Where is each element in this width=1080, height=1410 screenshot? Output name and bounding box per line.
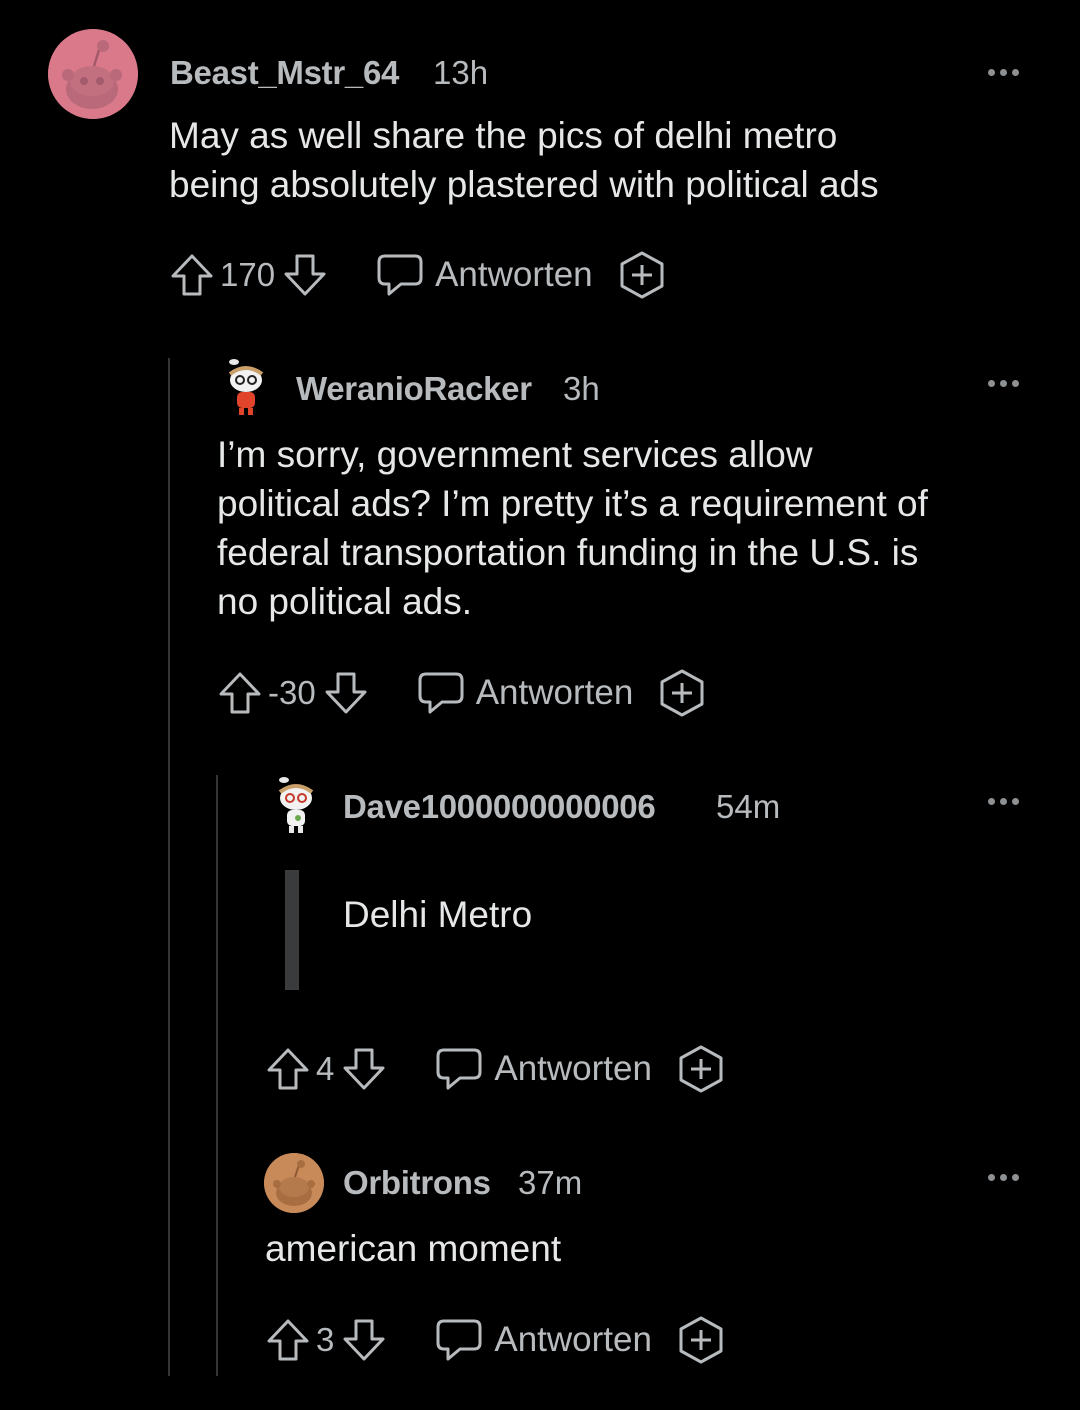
downvote-icon[interactable]	[322, 669, 370, 717]
comment-bubble-icon	[418, 672, 464, 714]
comment-author[interactable]: Orbitrons	[343, 1164, 491, 1202]
reply-label: Antworten	[475, 673, 634, 712]
comment-body-line: no political ads.	[217, 581, 473, 622]
downvote-icon[interactable]	[340, 1316, 388, 1364]
reply-button[interactable]: Antworten	[434, 1046, 652, 1092]
comment-author[interactable]: WeranioRacker	[296, 370, 532, 408]
comment-actions: 170 Antworten	[168, 250, 667, 300]
avatar[interactable]	[270, 774, 322, 836]
blockquote-bar	[285, 870, 299, 990]
reply-label: Antworten	[494, 1049, 652, 1088]
vote-score: -30	[268, 674, 316, 711]
comment-body-line: federal transportation funding in the U.…	[217, 532, 919, 573]
comment-timestamp: 54m	[716, 788, 781, 825]
comment-body-line: political ads? I’m pretty it’s a require…	[217, 483, 928, 524]
comment-timestamp: 3h	[563, 370, 600, 407]
more-options-icon[interactable]	[988, 1171, 1028, 1183]
avatar[interactable]	[48, 29, 138, 119]
award-button[interactable]	[633, 668, 707, 718]
comment-actions: -30 Antworten	[216, 668, 707, 718]
comment-body-line: I’m sorry, government services allow	[217, 434, 813, 475]
comment-body-line: being absolutely plastered with politica…	[169, 164, 879, 205]
snoo-avatar-icon	[264, 1153, 324, 1213]
avatar[interactable]	[264, 1153, 324, 1213]
award-button[interactable]	[652, 1315, 726, 1365]
downvote-icon[interactable]	[340, 1045, 388, 1093]
snoo-avatar-icon	[228, 359, 264, 415]
thread-line-level-2[interactable]	[216, 775, 218, 1376]
upvote-icon[interactable]	[216, 669, 264, 717]
vote-score: 3	[316, 1321, 335, 1358]
award-plus-icon	[620, 251, 664, 299]
comment-bubble-icon	[436, 1319, 482, 1361]
upvote-icon[interactable]	[264, 1045, 312, 1093]
upvote-icon[interactable]	[168, 251, 216, 299]
more-options-icon[interactable]	[988, 377, 1028, 389]
avatar[interactable]	[220, 356, 272, 418]
award-button[interactable]	[652, 1044, 726, 1094]
more-options-icon[interactable]	[988, 795, 1028, 807]
comment-body-line: american moment	[265, 1228, 562, 1269]
award-plus-icon	[660, 669, 704, 717]
comment-body: May as well share the pics of delhi metr…	[169, 111, 1049, 209]
upvote-icon[interactable]	[264, 1316, 312, 1364]
comment-bubble-icon	[436, 1048, 482, 1090]
reply-button[interactable]: Antworten	[375, 252, 593, 298]
comment-actions: 4 Antworten	[264, 1044, 726, 1094]
more-options-icon[interactable]	[988, 66, 1028, 78]
vote-score: 170	[220, 256, 276, 293]
vote-score: 4	[316, 1050, 335, 1087]
comment-actions: 3 Antworten	[264, 1315, 726, 1365]
thread-line-level-1[interactable]	[168, 358, 170, 1376]
snoo-avatar-icon	[278, 777, 314, 833]
comment-author[interactable]: Dave1000000000006	[343, 788, 656, 826]
award-plus-icon	[679, 1316, 723, 1364]
comment-body: american moment	[265, 1224, 1045, 1273]
award-plus-icon	[679, 1045, 723, 1093]
comment-timestamp: 13h	[433, 54, 489, 91]
reply-label: Antworten	[435, 255, 593, 294]
comment-timestamp: 37m	[518, 1164, 583, 1201]
comment-author[interactable]: Beast_Mstr_64	[170, 54, 399, 92]
comment-body: I’m sorry, government services allow pol…	[217, 430, 1057, 626]
reply-button[interactable]: Antworten	[434, 1317, 652, 1363]
reply-button[interactable]: Antworten	[416, 670, 634, 716]
reply-label: Antworten	[494, 1320, 652, 1359]
comment-bubble-icon	[377, 254, 423, 296]
blockquote-text: Delhi Metro	[343, 894, 533, 935]
downvote-icon[interactable]	[281, 251, 329, 299]
snoo-avatar-icon	[48, 29, 138, 119]
award-button[interactable]	[593, 250, 667, 300]
comment-body-line: May as well share the pics of delhi metr…	[169, 115, 838, 156]
